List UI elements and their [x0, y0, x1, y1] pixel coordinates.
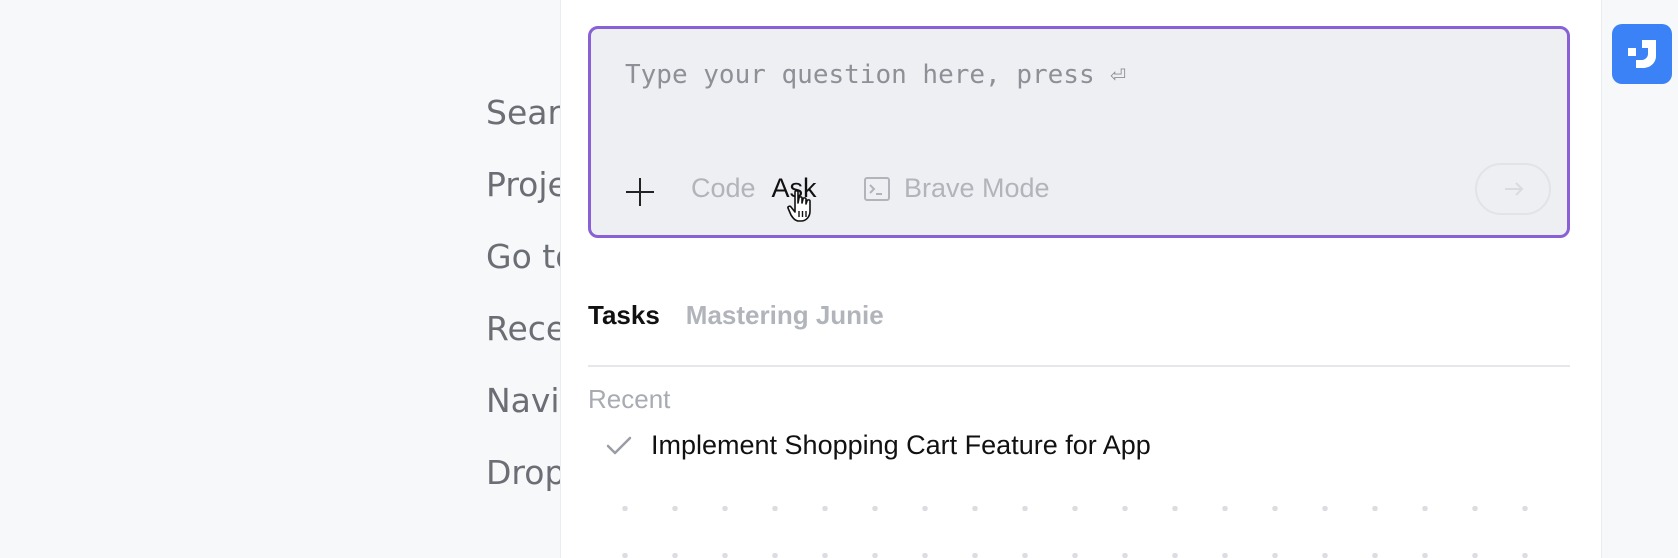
task-item[interactable]: Implement Shopping Cart Feature for App — [605, 430, 1151, 461]
loading-placeholder — [588, 506, 1570, 511]
mode-code-option[interactable]: Code — [691, 173, 756, 203]
welcome-item-project[interactable]: Project View — [486, 157, 566, 229]
welcome-menu: Search Everywhere Project View Go to Fil… — [486, 85, 566, 517]
brave-mode-label: Brave Mode — [904, 173, 1050, 203]
welcome-item-go-to-file[interactable]: Go to File — [486, 229, 566, 301]
add-context-button[interactable] — [625, 177, 655, 207]
welcome-item-recent[interactable]: Recent Files — [486, 301, 566, 373]
task-title: Implement Shopping Cart Feature for App — [651, 430, 1151, 460]
tab-tasks[interactable]: Tasks — [588, 300, 660, 331]
recent-heading: Recent — [588, 384, 671, 414]
tabs-divider — [588, 365, 1570, 367]
tab-mastering-junie[interactable]: Mastering Junie — [686, 300, 884, 331]
hand-pointer-icon — [787, 190, 811, 222]
prompt-box[interactable]: CodeAsk Brave Mode — [588, 26, 1570, 238]
junie-panel: CodeAsk Brave Mode Tasks Mastering Junie — [560, 0, 1602, 558]
question-input[interactable] — [623, 59, 1527, 91]
panel-tabs: Tasks Mastering Junie — [588, 300, 884, 331]
junie-logo-icon — [1628, 40, 1656, 68]
welcome-item-navigation[interactable]: Navigation Bar — [486, 373, 566, 445]
junie-icon[interactable] — [1612, 24, 1672, 84]
welcome-item-drop: Drop files here to open them — [486, 453, 566, 492]
check-icon — [606, 436, 632, 454]
send-button[interactable] — [1475, 163, 1551, 215]
loading-placeholder — [588, 553, 1570, 558]
terminal-icon — [864, 176, 890, 201]
welcome-item-search[interactable]: Search Everywhere — [486, 85, 566, 157]
arrow-right-icon — [1505, 182, 1524, 196]
brave-mode-toggle[interactable]: Brave Mode — [864, 173, 1050, 204]
